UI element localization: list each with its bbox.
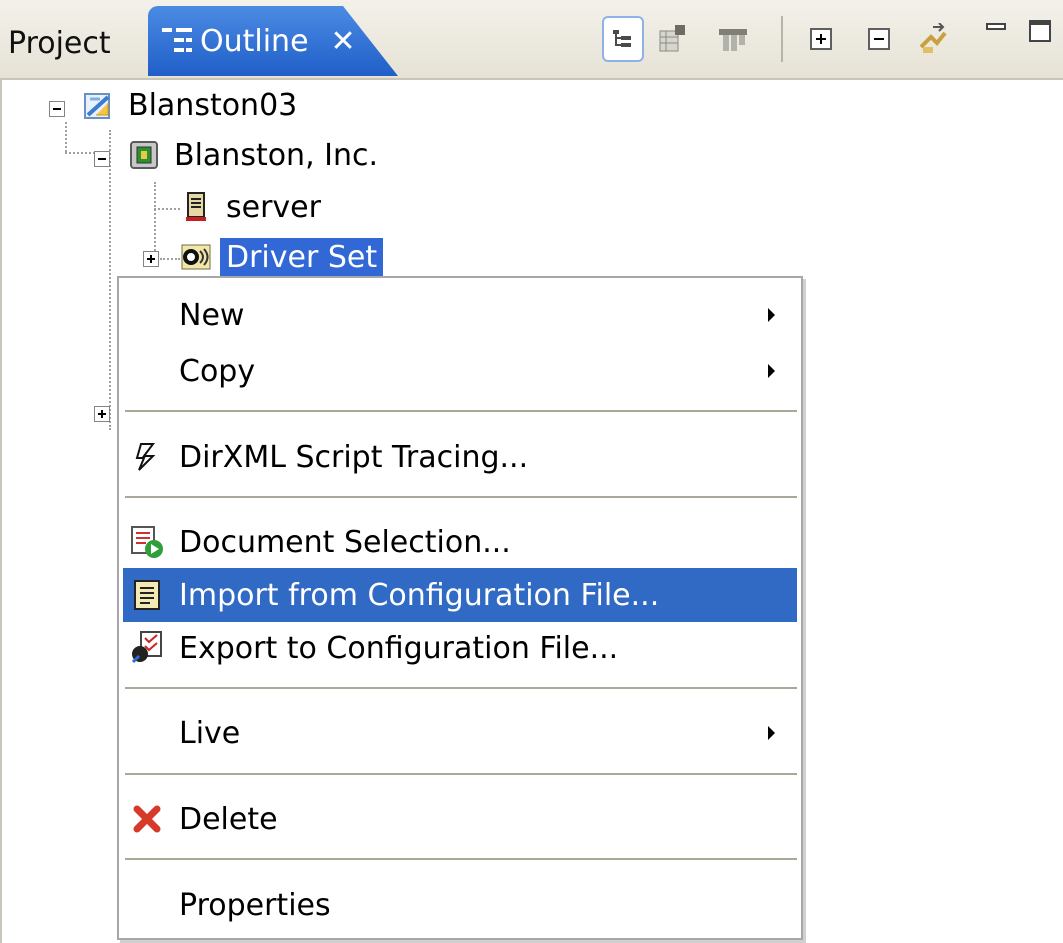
driver-set-icon xyxy=(181,244,211,270)
export-file-icon xyxy=(129,630,165,666)
context-menu: New Copy DirXML Script Tracing... Docume… xyxy=(117,276,803,940)
collapse-all-icon[interactable] xyxy=(858,16,900,62)
tree-item-org[interactable]: Blanston, Inc. xyxy=(128,132,384,178)
project-icon xyxy=(84,93,110,119)
menu-item-label: Document Selection... xyxy=(179,524,511,560)
document-selection-icon xyxy=(129,524,165,560)
tree-item-label: Blanston, Inc. xyxy=(174,137,379,173)
organization-icon xyxy=(130,141,158,169)
menu-item-export-config[interactable]: Export to Configuration File... xyxy=(123,621,797,675)
lightning-icon xyxy=(129,439,165,475)
expand-toggle-hidden[interactable] xyxy=(94,406,110,422)
menu-item-label: Live xyxy=(179,715,241,751)
menu-item-document-selection[interactable]: Document Selection... xyxy=(123,515,797,569)
properties-table-icon[interactable] xyxy=(652,16,694,62)
menu-item-script-tracing[interactable]: DirXML Script Tracing... xyxy=(123,430,797,484)
submenu-arrow-icon xyxy=(768,726,775,740)
menu-separator xyxy=(125,858,797,860)
server-icon xyxy=(186,192,206,221)
collapse-toggle-root[interactable] xyxy=(49,101,65,117)
menu-item-label: Copy xyxy=(179,353,256,389)
menu-item-label: Delete xyxy=(179,801,278,837)
minimize-icon[interactable] xyxy=(985,18,1009,46)
tab-outline-label: Outline xyxy=(200,23,309,59)
tree-item-label: Driver Set xyxy=(220,237,384,277)
submenu-arrow-icon xyxy=(768,308,775,322)
tree-view-icon[interactable] xyxy=(602,16,644,62)
menu-item-new[interactable]: New xyxy=(123,288,797,342)
filter-icon[interactable] xyxy=(712,16,754,62)
menu-item-delete[interactable]: Delete xyxy=(123,792,797,846)
menu-item-label: Import from Configuration File... xyxy=(179,577,660,613)
menu-separator xyxy=(125,773,797,775)
menu-item-label: Properties xyxy=(179,887,331,923)
link-arrow-icon[interactable] xyxy=(912,16,954,62)
menu-item-import-config[interactable]: Import from Configuration File... xyxy=(123,568,797,622)
tree-item-label: server xyxy=(226,189,321,225)
menu-separator xyxy=(125,496,797,498)
menu-item-label: DirXML Script Tracing... xyxy=(179,439,529,475)
menu-item-copy[interactable]: Copy xyxy=(123,344,797,398)
outline-icon xyxy=(162,26,192,56)
menu-item-label: New xyxy=(179,297,245,333)
close-icon[interactable]: ✕ xyxy=(331,24,356,59)
maximize-icon[interactable] xyxy=(1028,18,1054,48)
menu-item-label: Export to Configuration File... xyxy=(179,630,619,666)
view-tab-bar: Project Outline ✕ xyxy=(0,0,1063,80)
expand-all-icon[interactable] xyxy=(800,16,842,62)
tab-outline[interactable]: Outline ✕ xyxy=(148,6,398,76)
tree-item-driver-set[interactable]: Driver Set xyxy=(180,234,384,280)
collapse-toggle-org[interactable] xyxy=(94,151,110,167)
menu-item-properties[interactable]: Properties xyxy=(123,878,797,932)
expand-toggle-driver-set[interactable] xyxy=(143,251,159,267)
tab-project-label: Project xyxy=(8,25,111,61)
tree-item-server[interactable]: server xyxy=(180,184,327,230)
delete-x-icon xyxy=(129,801,165,837)
import-file-icon xyxy=(129,577,165,613)
tree-item-label: Blanston03 xyxy=(128,87,298,123)
tab-project[interactable]: Project xyxy=(8,14,111,72)
toolbar-separator xyxy=(781,16,783,62)
submenu-arrow-icon xyxy=(768,364,775,378)
menu-separator xyxy=(125,410,797,412)
tree-item-root[interactable]: Blanston03 xyxy=(82,82,303,128)
menu-item-live[interactable]: Live xyxy=(123,706,797,760)
menu-separator xyxy=(125,687,797,689)
